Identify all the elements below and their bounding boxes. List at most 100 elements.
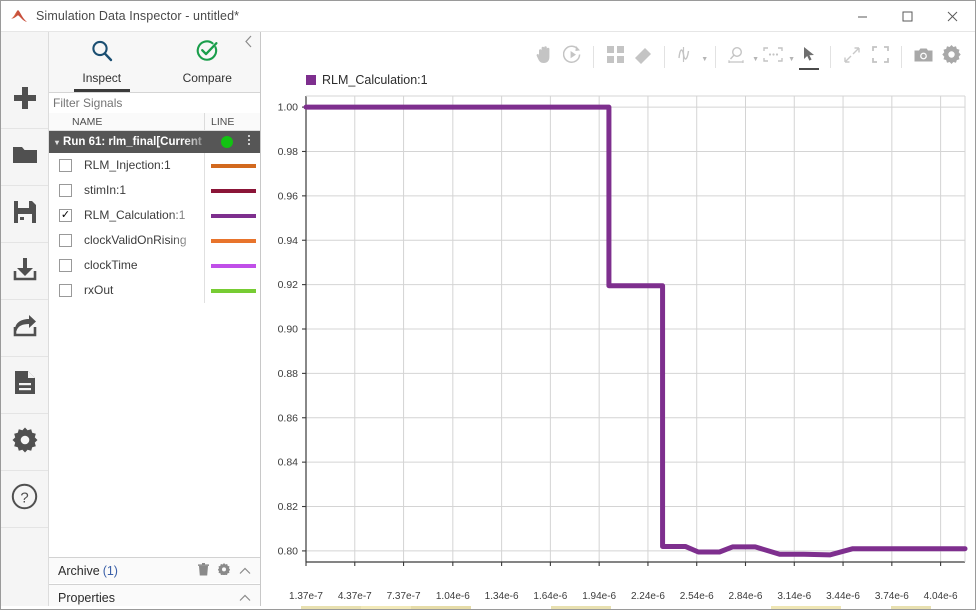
signal-line-cell[interactable]	[204, 178, 261, 203]
x-tick-label: 2.24e-6	[631, 591, 665, 602]
signal-color-swatch	[211, 264, 256, 268]
signal-list: RLM_Injection:1 stimIn:1 ✓ RLM_Calculation:…	[49, 153, 260, 303]
signal-line-cell[interactable]	[204, 253, 261, 278]
preferences-button[interactable]	[1, 414, 48, 471]
filter-signals-row	[49, 93, 260, 113]
collapse-panel-button[interactable]	[240, 35, 256, 51]
y-tick-label: 0.82	[278, 501, 299, 513]
export-button[interactable]	[1, 300, 48, 357]
strip-segment	[771, 606, 841, 609]
column-header-line: LINE	[204, 113, 260, 131]
tab-compare-label: Compare	[183, 71, 232, 85]
x-tick-label: 3.14e-6	[777, 591, 811, 602]
y-tick-label: 0.96	[278, 190, 299, 202]
bottom-color-strip	[1, 606, 975, 609]
signal-line-cell[interactable]	[204, 228, 261, 253]
strip-segment	[551, 606, 611, 609]
x-tick-label: 2.84e-6	[729, 591, 763, 602]
signal-name-label: rxOut	[84, 283, 204, 297]
signal-checkbox[interactable]	[59, 184, 72, 197]
help-button[interactable]: ?	[1, 471, 48, 528]
floppy-disk-icon	[13, 200, 37, 229]
trash-icon[interactable]	[198, 563, 209, 579]
signal-row[interactable]: clockValidOnRising	[49, 228, 260, 253]
chevron-up-icon[interactable]	[239, 564, 251, 578]
signal-row[interactable]: ✓ RLM_Calculation:1	[49, 203, 260, 228]
x-axis-ticks: 1.37e-74.37e-77.37e-71.04e-61.34e-61.64e…	[289, 562, 958, 602]
strip-segment	[891, 606, 931, 609]
x-tick-label: 4.37e-7	[338, 591, 372, 602]
y-tick-label: 1.00	[278, 102, 299, 114]
properties-label: Properties	[58, 591, 115, 605]
gear-icon[interactable]	[218, 563, 230, 578]
signal-list-empty-area	[49, 306, 260, 557]
kebab-menu-icon[interactable]	[248, 135, 250, 145]
x-tick-label: 4.04e-6	[924, 591, 958, 602]
signal-line-cell[interactable]	[204, 278, 261, 303]
tab-active-indicator	[74, 89, 130, 92]
y-axis-ticks: 1.000.980.960.940.920.900.880.860.840.82…	[278, 102, 306, 558]
signal-checkbox[interactable]	[59, 159, 72, 172]
window-controls	[840, 1, 975, 32]
x-tick-label: 1.94e-6	[582, 591, 616, 602]
strip-segment	[471, 606, 551, 609]
strip-segment	[301, 606, 361, 609]
open-button[interactable]	[1, 129, 48, 186]
signal-checkbox[interactable]	[59, 234, 72, 247]
strip-segment	[611, 606, 771, 609]
import-button[interactable]	[1, 243, 48, 300]
chevron-up-icon[interactable]	[239, 591, 251, 605]
filter-signals-input[interactable]	[49, 93, 260, 113]
minimize-button[interactable]	[840, 1, 885, 32]
signal-name-label: RLM_Injection:1	[84, 158, 204, 172]
signal-row[interactable]: rxOut	[49, 278, 260, 303]
strip-segment	[931, 606, 975, 609]
signal-row[interactable]: stimIn:1	[49, 178, 260, 203]
y-tick-label: 0.80	[278, 546, 299, 558]
chevron-left-icon	[244, 35, 253, 51]
close-button[interactable]	[930, 1, 975, 32]
signal-checkbox[interactable]	[59, 259, 72, 272]
run-group-label: Run 61: rlm_final[Current	[63, 136, 213, 148]
signal-name-label: RLM_Calculation:1	[84, 208, 204, 222]
strip-segment	[361, 606, 411, 609]
run-group-row[interactable]: ▾ Run 61: rlm_final[Current	[49, 131, 260, 153]
document-icon	[14, 370, 36, 400]
archive-count: (1)	[103, 564, 118, 578]
svg-text:?: ?	[20, 490, 28, 507]
signal-row[interactable]: clockTime	[49, 253, 260, 278]
signal-table-header: NAME LINE	[49, 113, 260, 131]
folder-icon	[12, 144, 38, 171]
tab-inspect[interactable]: Inspect	[49, 32, 155, 92]
save-button[interactable]	[1, 186, 48, 243]
x-tick-label: 3.74e-6	[875, 591, 909, 602]
window-titlebar: Simulation Data Inspector - untitled*	[1, 1, 975, 32]
status-badge	[221, 136, 233, 148]
new-run-button[interactable]	[1, 72, 48, 129]
strip-segment	[1, 606, 301, 609]
signal-checkbox[interactable]: ✓	[59, 209, 72, 222]
signal-name-label: clockValidOnRising	[84, 233, 204, 247]
signal-line-cell[interactable]	[204, 153, 261, 178]
signal-color-swatch	[211, 289, 256, 293]
x-tick-label: 1.37e-7	[289, 591, 323, 602]
y-tick-label: 0.92	[278, 279, 299, 291]
strip-segment	[841, 606, 891, 609]
signal-color-swatch	[211, 189, 256, 193]
signal-color-swatch	[211, 239, 256, 243]
signal-checkbox[interactable]	[59, 284, 72, 297]
check-circle-icon	[195, 39, 219, 68]
x-tick-label: 1.04e-6	[436, 591, 470, 602]
maximize-button[interactable]	[885, 1, 930, 32]
archive-section-header[interactable]: Archive (1)	[49, 557, 260, 583]
signal-row[interactable]: RLM_Injection:1	[49, 153, 260, 178]
signal-browser-panel: Inspect Compare NA	[49, 32, 261, 610]
tab-inspect-label: Inspect	[82, 71, 121, 85]
plot-area: ▼ ▼	[262, 32, 975, 610]
window-title: Simulation Data Inspector - untitled*	[36, 9, 239, 23]
signal-plot[interactable]: 1.000.980.960.940.920.900.880.860.840.82…	[262, 32, 975, 610]
chevron-down-icon[interactable]: ▾	[55, 138, 59, 147]
report-button[interactable]	[1, 357, 48, 414]
magnifier-icon	[90, 39, 114, 68]
signal-line-cell[interactable]	[204, 203, 261, 228]
